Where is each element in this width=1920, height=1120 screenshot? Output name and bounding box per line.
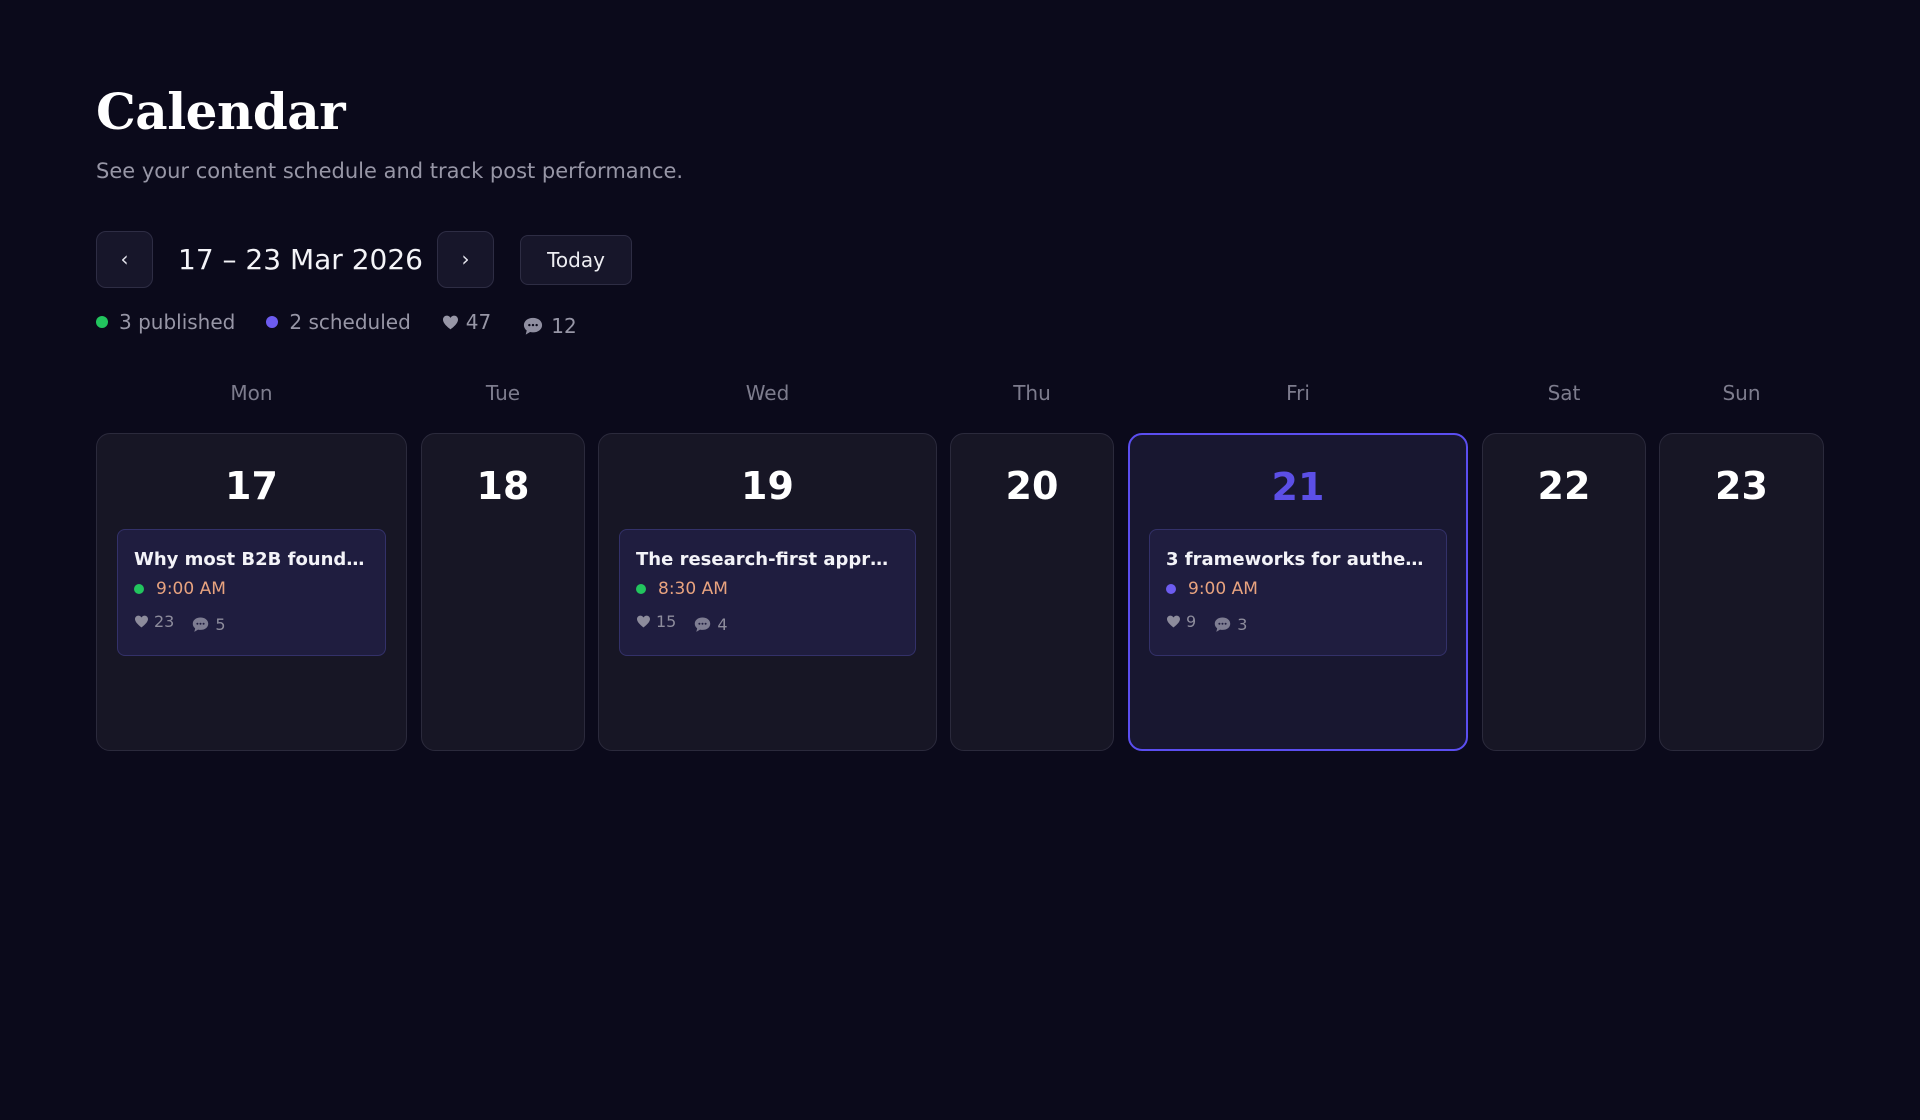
post-time-row: 9:00 AM [1166,577,1430,601]
published-status-dot [636,584,646,594]
day-cell-sat[interactable]: 22 [1482,433,1646,751]
published-count-label: 3 published [119,310,236,334]
comments-stat: 12 [522,314,577,338]
post-likes: 23 [134,612,174,631]
day-number: 19 [741,464,794,508]
scheduled-count-label: 2 scheduled [289,310,411,334]
previous-week-button[interactable]: ‹ [96,231,153,288]
speech-bubble-icon [522,316,544,336]
post-time: 9:00 AM [1188,579,1258,599]
scheduled-status-dot [1166,584,1176,594]
date-range-label: 17 – 23 Mar 2026 [178,243,423,276]
page-title: Calendar [96,82,346,141]
post-likes-count: 15 [656,611,677,631]
week-stats: 3 published 2 scheduled 47 12 [96,305,608,339]
day-number: 22 [1537,464,1591,508]
heart-icon [442,315,459,330]
day-number: 18 [476,464,530,508]
post-card[interactable]: 3 frameworks for authentic... 9:00 AM 9 … [1149,529,1447,656]
post-comments-count: 3 [1237,614,1248,634]
post-likes: 15 [636,612,676,631]
post-comments: 5 [191,614,226,634]
post-card[interactable]: The research-first approach 8:30 AM 15 4 [619,529,916,656]
day-cell-tue[interactable]: 18 [421,433,585,751]
day-header-mon: Mon [230,381,273,405]
day-number: 23 [1715,464,1768,508]
speech-bubble-icon [1213,616,1232,633]
heart-icon [134,615,149,628]
day-header-thu: Thu [1013,381,1051,405]
post-likes-count: 9 [1186,611,1197,631]
day-header-tue: Tue [485,381,521,405]
post-likes: 9 [1166,612,1196,631]
post-comments-count: 5 [215,614,226,634]
likes-stat: 47 [442,310,491,334]
day-header-sat: Sat [1547,381,1581,405]
calendar-page: Calendar See your content schedule and t… [0,0,1920,1120]
post-title: The research-first approach [636,549,899,570]
post-comments: 4 [693,614,728,634]
scheduled-status-dot [266,316,279,328]
day-number: 21 [1271,465,1325,509]
post-card[interactable]: Why most B2B founders... 9:00 AM 23 5 [117,529,386,656]
post-metrics: 9 3 [1166,609,1430,634]
post-title: 3 frameworks for authentic... [1166,549,1430,570]
published-stat: 3 published [96,310,235,334]
day-header-fri: Fri [1286,381,1310,405]
next-week-button[interactable]: › [437,231,494,288]
heart-icon [636,615,651,628]
post-comments: 3 [1213,615,1247,634]
post-title: Why most B2B founders... [134,549,369,570]
day-number: 20 [1005,464,1059,508]
day-cell-sun[interactable]: 23 [1659,433,1824,751]
today-button[interactable]: Today [520,235,632,285]
likes-total: 47 [465,310,492,334]
post-time: 8:30 AM [658,579,728,599]
day-cell-wed[interactable]: 19 The research-first approach 8:30 AM 1… [598,433,937,751]
published-status-dot [134,584,144,594]
post-metrics: 23 5 [134,609,369,634]
post-likes-count: 23 [154,611,175,631]
heart-icon [1166,615,1181,628]
day-cell-fri[interactable]: 21 3 frameworks for authentic... 9:00 AM… [1128,433,1468,751]
page-subtitle: See your content schedule and track post… [96,159,684,183]
post-time: 9:00 AM [156,579,226,599]
post-metrics: 15 4 [636,609,899,634]
post-time-row: 9:00 AM [134,577,369,601]
day-header-wed: Wed [745,381,790,405]
scheduled-stat: 2 scheduled [266,310,411,334]
comments-total: 12 [551,314,577,338]
day-header-sun: Sun [1722,381,1761,405]
post-comments-count: 4 [717,614,728,634]
day-number: 17 [225,464,278,508]
post-time-row: 8:30 AM [636,577,899,601]
speech-bubble-icon [693,616,712,633]
day-cell-thu[interactable]: 20 [950,433,1114,751]
speech-bubble-icon [191,616,210,633]
day-cell-mon[interactable]: 17 Why most B2B founders... 9:00 AM 23 [96,433,407,751]
published-status-dot [96,316,108,328]
